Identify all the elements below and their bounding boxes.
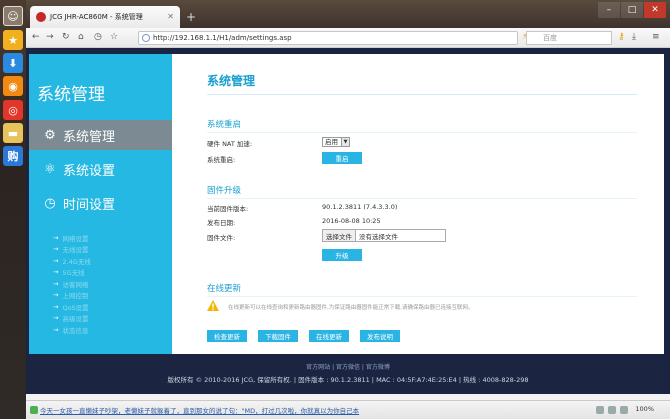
release-date-value: 2016-08-08 10:25	[322, 217, 381, 225]
title-bar: JCG JHR-AC860M - 系统管理 ✕ + – □ ✕	[26, 0, 670, 28]
sidebar-brand: 系统管理	[37, 85, 105, 105]
sidebar-item-label: 系统管理	[63, 129, 116, 145]
footer-info: 版权所有 © 2010-2016 JCG, 保留所有权. | 固件版本 : 90…	[167, 376, 529, 384]
news-icon	[30, 406, 38, 414]
footer-links[interactable]: 官方网站 | 官方微信 | 官方微博	[26, 362, 670, 371]
current-version-label: 当前固件版本:	[207, 205, 249, 213]
section-heading-online: 在线更新	[207, 284, 242, 294]
sidebar-item-time-settings[interactable]: ◷ 时间设置	[29, 188, 172, 218]
menu-icon[interactable]: ≡	[652, 32, 660, 42]
shopping-icon[interactable]: 购	[3, 146, 23, 166]
sidebar-subitem[interactable]: 网络设置	[53, 232, 91, 244]
download-firmware-button[interactable]: 下载固件	[258, 330, 298, 342]
back-icon[interactable]: ←	[32, 32, 40, 42]
nat-label: 硬件 NAT 加速:	[207, 140, 253, 148]
sidebar-subitem[interactable]: 高级设置	[53, 313, 91, 325]
reboot-button[interactable]: 重启	[322, 152, 362, 164]
sidebar-item-label: 系统设置	[63, 163, 116, 179]
sidebar-subitem[interactable]: 无线设置	[53, 244, 91, 256]
nat-select-value: 启用	[325, 138, 338, 146]
zoom-level[interactable]: 100%	[635, 405, 654, 413]
sidebar-subitem[interactable]: 上网控制	[53, 290, 91, 302]
star-icon[interactable]: ★	[3, 30, 23, 50]
browser-tab[interactable]: JCG JHR-AC860M - 系统管理 ✕	[30, 6, 180, 28]
folder-icon[interactable]: ▬	[3, 123, 23, 143]
close-window-icon[interactable]: ✕	[644, 2, 666, 18]
key-icon[interactable]: ⚷	[618, 32, 625, 42]
current-version-value: 90.1.2.3811 (7.4.3.3.0)	[322, 203, 398, 211]
router-admin-page: 系统管理 ⚙ 系统管理 ⚛ 系统设置 ◷ 时间设置 网络设置 无线设置 2.4G…	[26, 48, 670, 394]
section-heading-restart: 系统重启	[207, 120, 242, 130]
sidebar-sublist: 网络设置 无线设置 2.4G无线 5G无线 访客网络 上网控制 QoS设置 高级…	[53, 232, 91, 336]
bookmark-star-icon[interactable]: ☆	[110, 32, 118, 42]
nav-toolbar: ← → ↻ ⌂ ◷ ☆ http://192.168.1.1/H1/adm/se…	[26, 28, 670, 48]
sidebar-subitem[interactable]: QoS设置	[53, 301, 91, 313]
section-divider	[207, 198, 637, 199]
gear-icon: ⚙	[44, 127, 56, 143]
sidebar: 系统管理 ⚙ 系统管理 ⚛ 系统设置 ◷ 时间设置 网络设置 无线设置 2.4G…	[29, 54, 172, 354]
news-ticker-link[interactable]: 今天一女孩一直懒妹子吵架，老懒妹子就躲着了，直到那女的说了句："MD，打过几次啦…	[40, 405, 359, 415]
download-icon[interactable]: ⬇	[3, 53, 23, 73]
screenshot-icon[interactable]	[608, 406, 616, 414]
maximize-icon[interactable]: □	[621, 2, 643, 18]
download-tool-icon[interactable]: ⤓	[632, 32, 636, 42]
sidebar-item-label: 时间设置	[63, 197, 116, 213]
page-title: 系统管理	[207, 74, 256, 88]
sidebar-subitem[interactable]: 5G无线	[53, 267, 91, 279]
release-date-label: 发布日期:	[207, 219, 236, 227]
sidebar-subitem[interactable]: 2.4G无线	[53, 255, 90, 267]
address-bar[interactable]: http://192.168.1.1/H1/adm/settings.asp	[138, 31, 518, 45]
history-icon[interactable]: ◷	[94, 32, 102, 42]
sidebar-item-system-admin[interactable]: ⚙ 系统管理	[29, 120, 172, 150]
status-bar: 今天一女孩一直懒妹子吵架，老懒妹子就躲着了，直到那女的说了句："MD，打过几次啦…	[26, 400, 670, 419]
online-update-note: 在线更新可以在线查询和更新路由器固件,为保证路由器固件能正常下载,请确保路由器已…	[228, 305, 474, 311]
reload-icon[interactable]: ↻	[62, 32, 70, 42]
reboot-label: 系统重启:	[207, 156, 236, 164]
search-input[interactable]: 百度	[526, 31, 612, 45]
online-update-button[interactable]: 在线更新	[309, 330, 349, 342]
page-footer: 官方网站 | 官方微信 | 官方微博 版权所有 © 2010-2016 JCG,…	[26, 354, 670, 394]
close-tab-icon[interactable]: ✕	[167, 12, 174, 21]
minimize-icon[interactable]: –	[598, 2, 620, 18]
download-status-icon[interactable]	[620, 406, 628, 414]
sidebar-subitem[interactable]: 访客网络	[53, 278, 91, 290]
choose-file-button[interactable]: 选择文件	[323, 230, 356, 241]
sidebar-item-system-settings[interactable]: ⚛ 系统设置	[29, 154, 172, 184]
browser-window: JCG JHR-AC860M - 系统管理 ✕ + – □ ✕ ← → ↻ ⌂ …	[26, 0, 670, 419]
rss-icon[interactable]: ◉	[3, 76, 23, 96]
warning-icon	[207, 300, 219, 311]
main-content: 系统管理 系统重启 硬件 NAT 加速: 启用 ▼ 系统重启: 重启 固件升级 …	[172, 54, 664, 354]
user-avatar[interactable]: ☺	[3, 6, 23, 26]
chevron-down-icon: ▼	[341, 138, 349, 146]
release-notes-button[interactable]: 发布说明	[360, 330, 400, 342]
home-icon[interactable]: ⌂	[78, 32, 84, 42]
url-text: http://192.168.1.1/H1/adm/settings.asp	[153, 34, 292, 42]
section-heading-upgrade: 固件升级	[207, 186, 242, 196]
firmware-file-input[interactable]: 选择文件 没有选择文件	[322, 229, 446, 242]
sidebar-subitem[interactable]: 状态信息	[53, 324, 91, 336]
upgrade-button[interactable]: 升级	[322, 249, 362, 261]
settings-nodes-icon: ⚛	[44, 161, 56, 177]
check-update-button[interactable]: 检查更新	[207, 330, 247, 342]
section-divider	[207, 296, 637, 297]
search-placeholder: 百度	[543, 34, 557, 42]
file-status-text: 没有选择文件	[359, 232, 398, 241]
firmware-file-label: 固件文件:	[207, 234, 236, 242]
weibo-icon[interactable]: ◎	[3, 100, 23, 120]
speaker-icon[interactable]	[596, 406, 604, 414]
section-divider	[207, 132, 637, 133]
title-divider	[207, 94, 637, 95]
globe-icon	[142, 34, 150, 42]
favicon-icon	[36, 12, 46, 22]
new-tab-icon[interactable]: +	[186, 10, 196, 24]
clock-icon: ◷	[44, 195, 56, 211]
nat-select[interactable]: 启用 ▼	[322, 137, 350, 147]
window-controls: – □ ✕	[598, 2, 666, 18]
desktop-dock: ☺ ★ ⬇ ◉ ◎ ▬ 购	[0, 0, 26, 419]
forward-icon[interactable]: →	[46, 32, 54, 42]
tab-title: JCG JHR-AC860M - 系统管理	[50, 13, 143, 21]
